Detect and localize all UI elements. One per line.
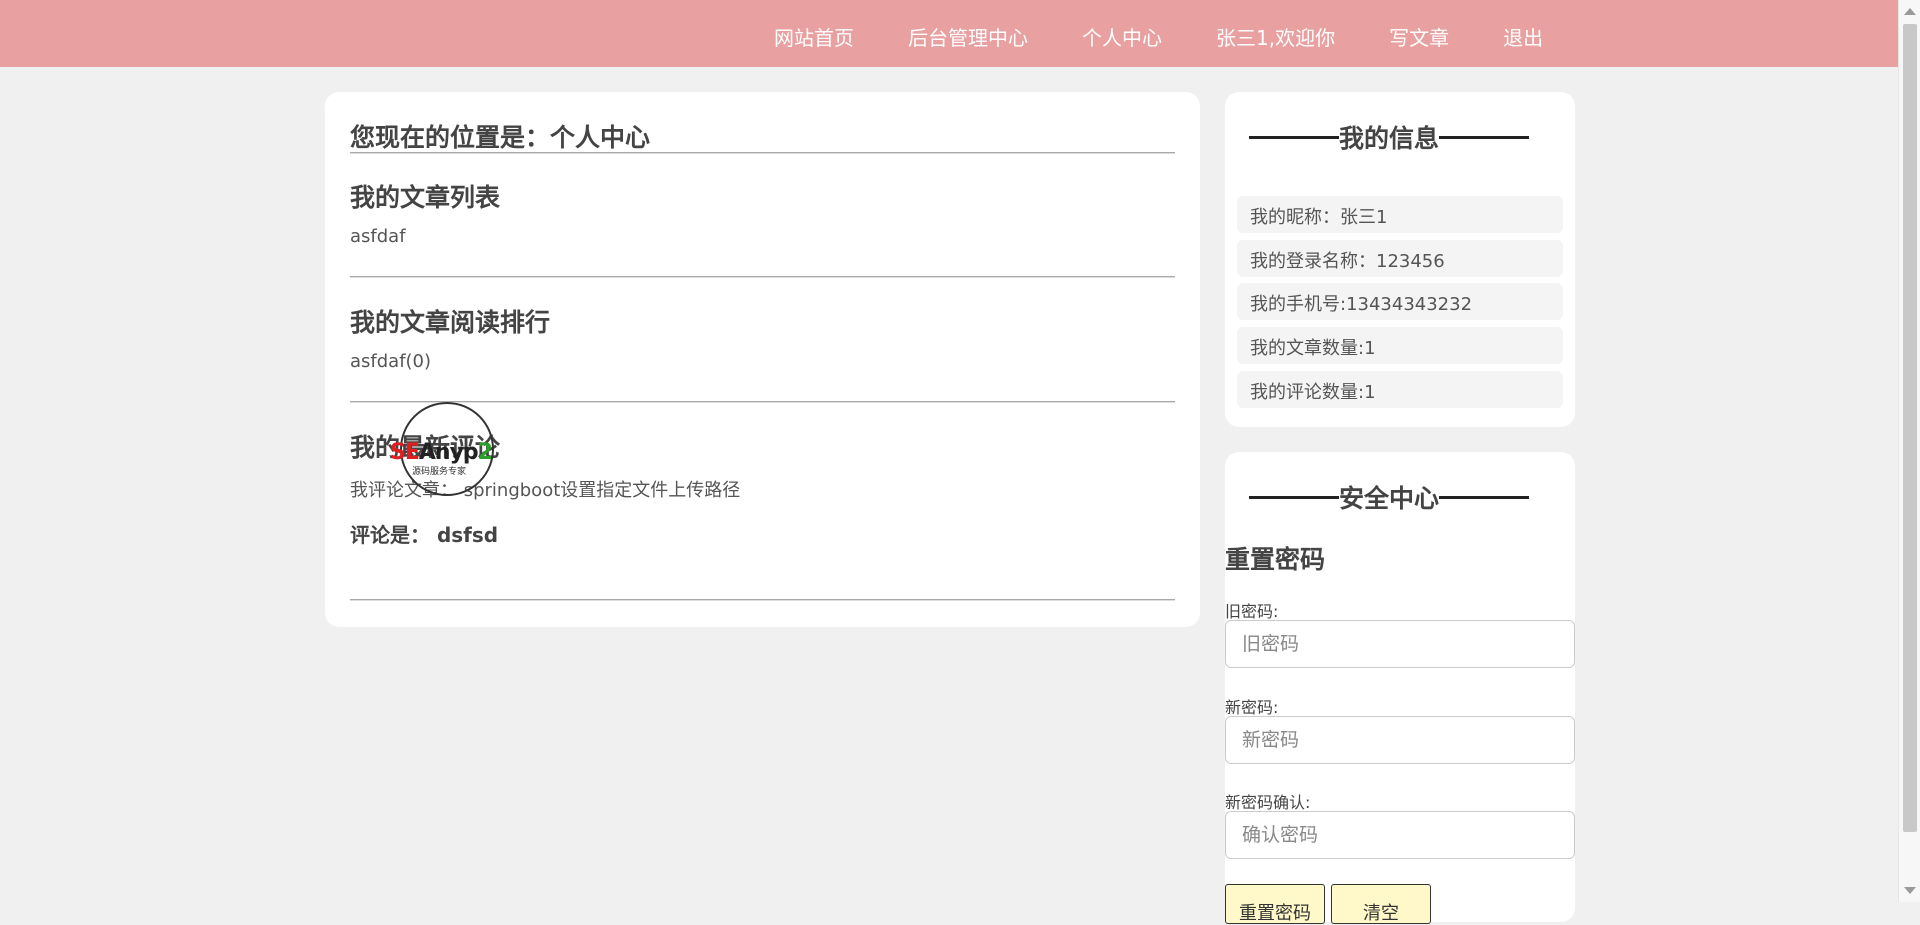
nav-item-profile[interactable]: 个人中心	[1082, 22, 1162, 51]
title-rule-right	[1439, 135, 1530, 139]
nav-menu: 网站首页 后台管理中心 个人中心 张三1,欢迎你 写文章 退出	[774, 22, 1597, 51]
nav-item-logout[interactable]: 退出	[1503, 22, 1543, 51]
scroll-up-icon[interactable]	[1904, 8, 1916, 15]
scrollbar-thumb[interactable]	[1903, 24, 1917, 832]
divider	[350, 599, 1175, 601]
comment-article-line: 我评论文章： springboot设置指定文件上传路径	[350, 480, 741, 501]
profile-nickname: 我的昵称：张三1	[1237, 196, 1563, 233]
nav-item-write-article[interactable]: 写文章	[1389, 22, 1449, 51]
nav-item-welcome-user[interactable]: 张三1,欢迎你	[1216, 22, 1335, 51]
old-password-label: 旧密码:	[1225, 602, 1279, 621]
vertical-scrollbar[interactable]	[1898, 0, 1920, 902]
title-rule-right	[1439, 495, 1530, 499]
top-navbar: 网站首页 后台管理中心 个人中心 张三1,欢迎你 写文章 退出	[0, 0, 1898, 67]
divider	[350, 401, 1175, 403]
divider	[350, 152, 1175, 154]
profile-info-card: 我的信息 我的昵称：张三1 我的登录名称：123456 我的手机号:134343…	[1225, 92, 1575, 427]
title-rule-left	[1249, 135, 1339, 139]
nav-item-home[interactable]: 网站首页	[774, 22, 854, 51]
new-password-label: 新密码:	[1225, 698, 1279, 717]
profile-info-title: 我的信息	[1249, 119, 1530, 155]
security-center-card: 安全中心 重置密码 旧密码: 新密码: 新密码确认: 重置密码 清空	[1225, 452, 1575, 924]
reset-password-button[interactable]: 重置密码	[1225, 884, 1325, 924]
profile-info-title-text: 我的信息	[1339, 124, 1440, 153]
old-password-input[interactable]	[1225, 620, 1575, 668]
profile-article-count: 我的文章数量:1	[1237, 327, 1563, 364]
article-list-title: 我的文章列表	[350, 183, 501, 212]
security-center-title-text: 安全中心	[1339, 484, 1440, 513]
profile-login-name: 我的登录名称：123456	[1237, 240, 1563, 277]
location-breadcrumb: 您现在的位置是：个人中心	[350, 123, 651, 152]
reset-password-heading: 重置密码	[1225, 545, 1326, 574]
nav-item-admin[interactable]: 后台管理中心	[908, 22, 1028, 51]
divider	[350, 276, 1175, 278]
watermark-stamp-logo: SEAnyp2 源码服务专家	[390, 402, 494, 496]
confirm-password-input[interactable]	[1225, 811, 1575, 859]
profile-comment-count: 我的评论数量:1	[1237, 371, 1563, 408]
reading-ranking-item[interactable]: asfdaf(0)	[350, 351, 431, 372]
profile-phone: 我的手机号:13434343232	[1237, 283, 1563, 320]
reading-ranking-title: 我的文章阅读排行	[350, 308, 551, 337]
main-content-card: 您现在的位置是：个人中心 我的文章列表 asfdaf 我的文章阅读排行 asfd…	[325, 92, 1200, 627]
scroll-down-icon[interactable]	[1904, 887, 1916, 894]
clear-button[interactable]: 清空	[1331, 884, 1431, 924]
confirm-password-label: 新密码确认:	[1225, 793, 1311, 812]
article-list-item[interactable]: asfdaf	[350, 226, 406, 247]
title-rule-left	[1249, 495, 1339, 499]
stamp-logo-text: SEAnyp2	[390, 440, 493, 465]
new-password-input[interactable]	[1225, 716, 1575, 764]
stamp-sub-text: 源码服务专家	[412, 467, 467, 477]
comment-content-line: 评论是： dsfsd	[350, 523, 499, 547]
security-center-title: 安全中心	[1249, 479, 1530, 515]
